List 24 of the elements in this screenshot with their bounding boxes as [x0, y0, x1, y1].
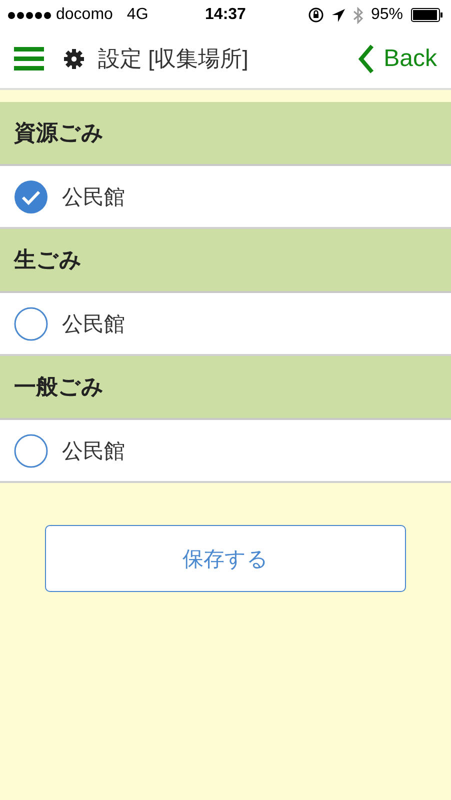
radio-button[interactable] — [14, 180, 48, 214]
rotation-lock-icon — [308, 7, 324, 23]
menu-icon[interactable] — [14, 47, 44, 71]
carrier-label: docomo — [56, 6, 113, 24]
save-button[interactable]: 保存する — [45, 525, 406, 592]
network-label: 4G — [126, 6, 148, 24]
option-label: 公民館 — [62, 184, 125, 210]
radio-button[interactable] — [14, 306, 48, 340]
clock: 14:37 — [205, 6, 246, 24]
back-button[interactable]: Back — [358, 44, 437, 74]
settings-icon — [64, 49, 84, 69]
radio-button[interactable] — [14, 434, 48, 468]
section-header: 生ごみ — [14, 246, 82, 274]
option-label: 公民館 — [62, 312, 125, 338]
battery-percent: 95% — [370, 6, 403, 24]
option-label: 公民館 — [62, 438, 125, 464]
signal-icon — [8, 12, 51, 18]
battery-icon — [411, 8, 443, 22]
page-title: 設定 [収集場所] — [98, 45, 248, 73]
bluetooth-icon — [352, 6, 363, 24]
section-header: 資源ごみ — [14, 119, 104, 147]
section-header: 一般ごみ — [14, 373, 104, 401]
chevron-icon — [358, 44, 374, 74]
location-arrow-icon — [332, 8, 345, 22]
